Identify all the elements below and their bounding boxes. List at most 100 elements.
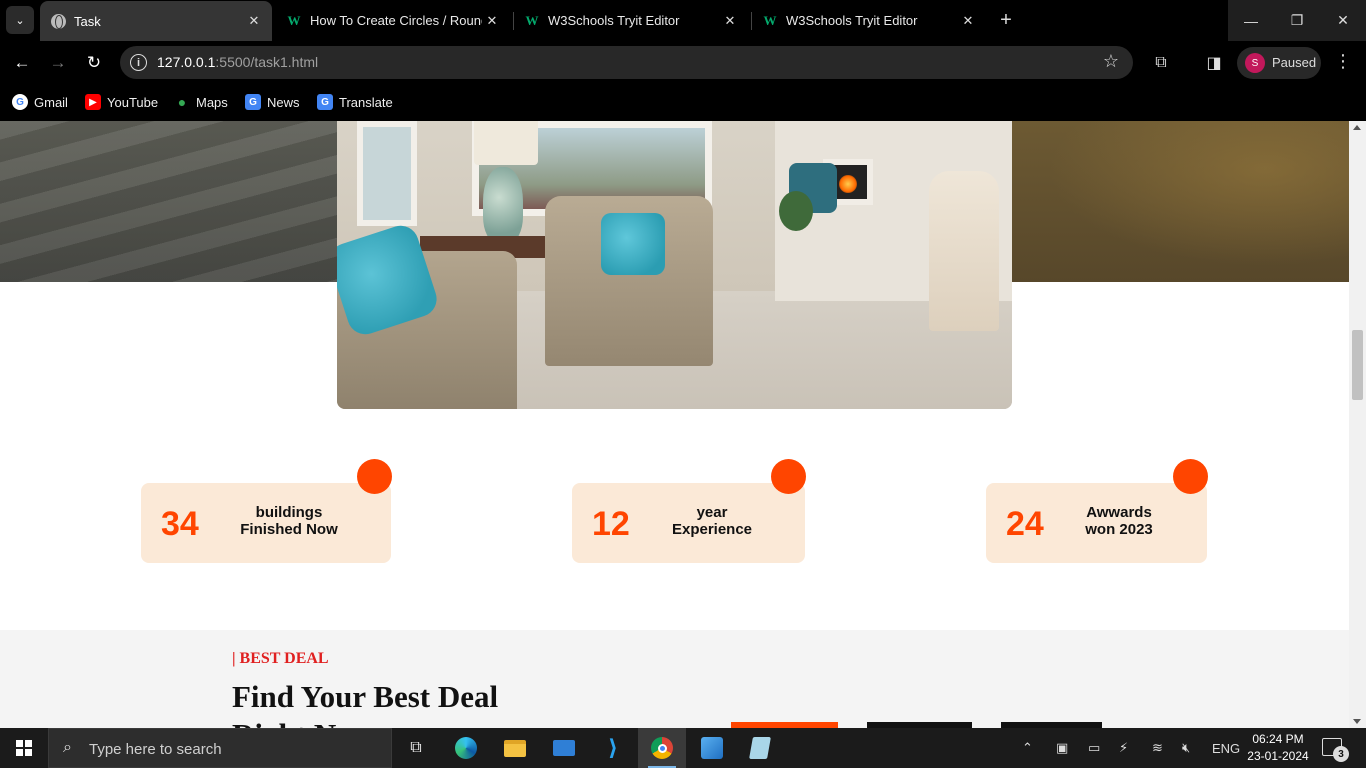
- clock-date: 23-01-2024: [1247, 749, 1309, 763]
- notepad-app[interactable]: [736, 728, 784, 768]
- volume-control[interactable]: 🔇︎: [1182, 728, 1190, 768]
- task-view-button[interactable]: ⧉: [392, 728, 440, 768]
- bookmark-star-icon[interactable]: ☆: [1103, 51, 1119, 72]
- show-hidden-icons[interactable]: ⌃: [1022, 728, 1033, 768]
- close-icon[interactable]: ✕: [958, 11, 978, 31]
- chrome-app[interactable]: [638, 728, 686, 768]
- taskbar-clock[interactable]: 06:24 PM 23-01-2024: [1245, 731, 1311, 765]
- bookmark-translate[interactable]: G Translate: [317, 92, 393, 112]
- tab-tryit-1[interactable]: W W3Schools Tryit Editor ✕: [514, 0, 748, 41]
- profile-status: Paused: [1272, 55, 1317, 70]
- back-button[interactable]: ←: [8, 49, 36, 77]
- bookmark-maps[interactable]: ● Maps: [174, 92, 228, 112]
- meet-now[interactable]: ▣: [1056, 728, 1068, 768]
- battery-icon: ▭: [1088, 740, 1101, 755]
- forward-button[interactable]: →: [44, 49, 72, 77]
- photos-icon: [701, 737, 723, 759]
- address-bar[interactable]: i 127.0.0.1:5500/task1.html ☆: [120, 46, 1133, 79]
- page-viewport: 34 buildings Finished Now 12 year Experi…: [0, 121, 1349, 728]
- mail-icon: [553, 740, 575, 756]
- living-room-image: [337, 121, 1012, 409]
- side-panel-icon[interactable]: ◨: [1203, 52, 1225, 74]
- url-path: :5500/task1.html: [215, 54, 319, 70]
- clock-time: 06:24 PM: [1252, 732, 1304, 746]
- notification-badge: 3: [1333, 746, 1349, 762]
- photos-app[interactable]: [688, 728, 736, 768]
- tab-circles[interactable]: W How To Create Circles / Round ✕: [276, 0, 510, 41]
- search-placeholder: Type here to search: [89, 741, 222, 758]
- avatar: S: [1245, 53, 1265, 73]
- w3schools-icon: W: [525, 12, 539, 28]
- stat-label-line1: year: [696, 504, 728, 521]
- best-deal-section: | BEST DEAL Find Your Best Deal Right No…: [0, 630, 1349, 728]
- battery-status[interactable]: ▭: [1088, 728, 1100, 768]
- bookmark-youtube[interactable]: ▶ YouTube: [85, 92, 158, 112]
- bookmark-label: Translate: [339, 94, 393, 110]
- stat-card-awards: 24 Awwards won 2023: [986, 459, 1208, 563]
- decor-circle: [771, 459, 806, 494]
- tab-strip: ⌄ Task ✕ W How To Create Circles / Round…: [0, 0, 1366, 41]
- scroll-down-arrow[interactable]: [1353, 719, 1361, 724]
- section-heading: Find Your Best Deal Right Now...: [232, 679, 499, 728]
- camera-icon: ▣: [1056, 740, 1069, 755]
- vscode-icon: ⟩: [607, 735, 619, 760]
- scroll-thumb[interactable]: [1352, 330, 1363, 400]
- tab-search-button[interactable]: ⌄: [6, 6, 34, 34]
- close-icon[interactable]: ✕: [720, 11, 740, 31]
- tab-title: Task: [74, 13, 101, 29]
- browser-toolbar: ← → ↻ i 127.0.0.1:5500/task1.html ☆ ⧉ ◨ …: [0, 41, 1366, 85]
- chrome-icon: [651, 737, 673, 759]
- w3schools-icon: W: [287, 12, 301, 28]
- profile-button[interactable]: S Paused: [1237, 47, 1321, 79]
- google-icon: G: [12, 94, 28, 110]
- stat-number: 24: [1006, 505, 1044, 543]
- maps-icon: ●: [177, 94, 187, 110]
- scroll-up-arrow[interactable]: [1353, 125, 1361, 130]
- file-explorer-app[interactable]: [491, 728, 539, 768]
- notepad-icon: [749, 737, 771, 759]
- folder-icon: [504, 739, 526, 757]
- news-icon: G: [245, 94, 261, 110]
- new-tab-button[interactable]: +: [994, 8, 1018, 32]
- tab-task[interactable]: Task ✕: [40, 1, 272, 41]
- close-window-button[interactable]: ✕: [1320, 0, 1366, 41]
- bookmark-gmail[interactable]: G Gmail: [12, 92, 68, 112]
- network-status[interactable]: ≋: [1152, 728, 1163, 768]
- stat-label: buildings Finished Now: [233, 504, 345, 538]
- close-icon[interactable]: ✕: [482, 11, 502, 31]
- bookmark-label: Gmail: [34, 94, 68, 110]
- hero-background-right: [1012, 121, 1349, 282]
- url-text[interactable]: 127.0.0.1:5500/task1.html: [157, 54, 318, 70]
- edge-app[interactable]: [442, 728, 490, 768]
- tab-title: How To Create Circles / Round: [310, 13, 482, 28]
- stat-label-line2: Experience: [671, 521, 753, 538]
- wifi-icon: ≋: [1152, 740, 1163, 755]
- tab-title: W3Schools Tryit Editor: [786, 13, 918, 28]
- vscode-app[interactable]: ⟩: [589, 728, 637, 768]
- stat-label-line2: won 2023: [1085, 521, 1153, 538]
- reload-button[interactable]: ↻: [80, 49, 108, 77]
- globe-icon: [50, 13, 66, 29]
- bookmark-news[interactable]: G News: [245, 92, 300, 112]
- stat-label-line1: buildings: [255, 504, 323, 521]
- minimize-button[interactable]: —: [1228, 0, 1274, 41]
- power-status[interactable]: ⚡: [1119, 728, 1128, 768]
- site-info-icon[interactable]: i: [130, 54, 147, 71]
- menu-icon[interactable]: ⋮: [1333, 51, 1353, 72]
- tab-tryit-2[interactable]: W W3Schools Tryit Editor ✕: [752, 0, 986, 41]
- bookmark-label: YouTube: [107, 94, 159, 110]
- bookmarks-bar: G Gmail ▶ YouTube ● Maps G News G Transl…: [0, 85, 1366, 121]
- page-scrollbar[interactable]: [1349, 121, 1366, 728]
- windows-logo-icon: [16, 740, 32, 756]
- taskbar-search[interactable]: ⌕ Type here to search: [48, 728, 392, 768]
- start-button[interactable]: [0, 728, 48, 768]
- search-icon: ⌕: [63, 739, 72, 756]
- extensions-icon[interactable]: ⧉: [1150, 52, 1172, 74]
- restore-button[interactable]: ❐: [1274, 0, 1320, 41]
- close-icon[interactable]: ✕: [244, 11, 264, 31]
- stat-label: Awwards won 2023: [1074, 504, 1164, 538]
- stat-label: year Experience: [662, 504, 762, 538]
- language-indicator[interactable]: ENG: [1212, 728, 1240, 768]
- mail-app[interactable]: [540, 728, 588, 768]
- power-icon: ⚡: [1119, 740, 1129, 755]
